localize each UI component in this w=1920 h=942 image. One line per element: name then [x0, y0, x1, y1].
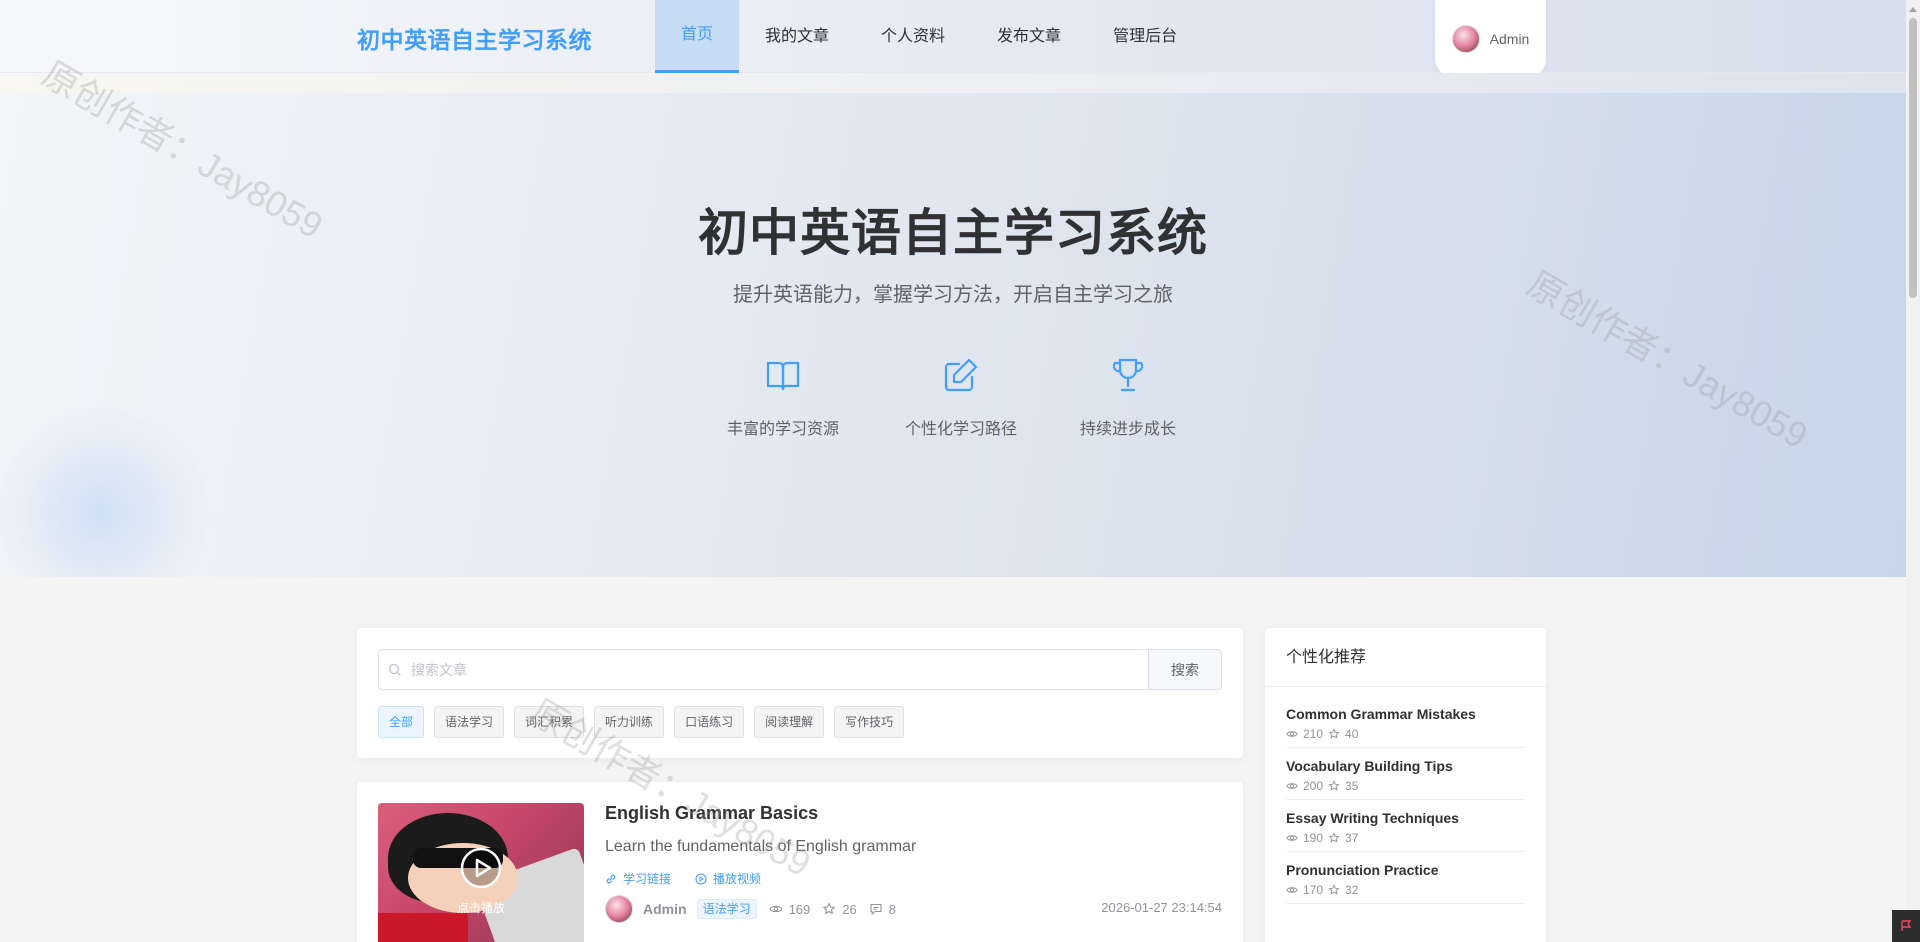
search-panel: 搜索 全部 语法学习 词汇积累 听力训练 口语练习 阅读理解 写作技巧: [357, 628, 1243, 758]
category-speaking[interactable]: 口语练习: [674, 706, 745, 738]
trophy-icon: [1112, 358, 1144, 392]
user-name: Admin: [1489, 30, 1530, 47]
category-filters: 全部 语法学习 词汇积累 听力训练 口语练习 阅读理解 写作技巧: [378, 706, 905, 738]
article-thumbnail[interactable]: 点击播放: [378, 803, 584, 942]
star-icon: [1329, 780, 1340, 791]
play-icon[interactable]: [460, 847, 502, 889]
views-stat: 169: [768, 901, 811, 917]
category-grammar[interactable]: 语法学习: [434, 706, 505, 738]
hero-banner: 初中英语自主学习系统 提升英语能力，掌握学习方法，开启自主学习之旅 丰富的学习资…: [0, 93, 1906, 577]
star-icon: [1329, 728, 1340, 739]
nav-item-home[interactable]: 首页: [655, 0, 740, 73]
play-label: 点击播放: [456, 901, 505, 915]
recommend-item-stats: 210 40: [1286, 727, 1525, 741]
feature-label: 丰富的学习资源: [726, 421, 839, 438]
recommend-list: Common Grammar Mistakes 210 40 Vocabular…: [1265, 696, 1546, 904]
article-title[interactable]: English Grammar Basics: [605, 803, 818, 824]
main-nav: 首页 我的文章 个人资料 发布文章 管理后台: [655, 0, 1203, 73]
recommend-item-title[interactable]: Pronunciation Practice: [1286, 862, 1525, 878]
article-date: 2026-01-27 23:14:54: [1101, 900, 1222, 915]
article-card[interactable]: 点击播放 English Grammar Basics Learn the fu…: [357, 782, 1243, 942]
views-count: 210: [1303, 727, 1324, 741]
article-meta: Admin 语法学习 169 26 8: [605, 894, 908, 924]
author-name: Admin: [643, 901, 687, 917]
recommend-item-stats: 190 37: [1286, 831, 1525, 845]
star-icon: [823, 902, 836, 915]
hero-subtitle: 提升英语能力，掌握学习方法，开启自主学习之旅: [733, 284, 1173, 306]
recommend-title: 个性化推荐: [1265, 628, 1546, 687]
hero-title: 初中英语自主学习系统: [698, 205, 1208, 261]
star-icon: [1329, 832, 1340, 843]
scroll-up-icon[interactable]: [1906, 2, 1920, 16]
views-count: 200: [1303, 779, 1324, 793]
category-vocabulary[interactable]: 词汇积累: [514, 706, 585, 738]
play-video-label: 播放视频: [713, 872, 762, 886]
recommend-item-title[interactable]: Common Grammar Mistakes: [1286, 706, 1525, 722]
stars-count: 32: [1345, 883, 1359, 897]
stars-count: 40: [1345, 727, 1359, 741]
list-item[interactable]: Essay Writing Techniques 190 37: [1286, 800, 1525, 852]
eye-icon: [1286, 835, 1298, 841]
star-icon: [1329, 884, 1340, 895]
edit-icon: [944, 358, 978, 392]
video-play-icon: [695, 872, 707, 885]
recommend-item-title[interactable]: Essay Writing Techniques: [1286, 810, 1525, 826]
header-divider: [0, 73, 1906, 93]
feature-resources: 丰富的学习资源: [703, 355, 863, 439]
user-menu[interactable]: Admin: [1435, 0, 1546, 77]
category-all[interactable]: 全部: [378, 706, 425, 738]
views-count: 170: [1303, 883, 1324, 897]
link-icon: [606, 874, 616, 883]
feature-growth: 持续进步成长: [1048, 355, 1208, 439]
top-header: 初中英语自主学习系统 首页 我的文章 个人资料 发布文章 管理后台 Admin: [0, 0, 1906, 77]
stars-count: 26: [842, 901, 857, 917]
study-link-label: 学习链接: [623, 872, 672, 886]
nav-item-profile[interactable]: 个人资料: [855, 0, 971, 73]
search-input[interactable]: [411, 650, 1148, 689]
scroll-thumb[interactable]: [1909, 18, 1917, 298]
comments-count: 8: [888, 901, 896, 917]
search-icon: [379, 650, 411, 689]
author-avatar: [605, 895, 633, 923]
views-count: 190: [1303, 831, 1324, 845]
feature-label: 持续进步成长: [1079, 421, 1176, 438]
search-box: 搜索: [378, 649, 1222, 690]
recommend-item-stats: 170 32: [1286, 883, 1525, 897]
feature-label: 个性化学习路径: [904, 421, 1017, 438]
list-item[interactable]: Common Grammar Mistakes 210 40: [1286, 696, 1525, 748]
article-description: Learn the fundamentals of English gramma…: [605, 838, 917, 855]
search-button[interactable]: 搜索: [1148, 650, 1221, 689]
category-writing[interactable]: 写作技巧: [834, 706, 905, 738]
page-scrollbar[interactable]: [1906, 0, 1920, 942]
list-item[interactable]: Vocabulary Building Tips 200 35: [1286, 748, 1525, 800]
recommend-panel: 个性化推荐 Common Grammar Mistakes 210 40 Voc…: [1265, 628, 1546, 942]
study-link[interactable]: 学习链接: [605, 870, 671, 887]
recommend-item-stats: 200 35: [1286, 779, 1525, 793]
play-video-link[interactable]: 播放视频: [695, 870, 761, 887]
list-item[interactable]: Pronunciation Practice 170 32: [1286, 852, 1525, 904]
stars-stat[interactable]: 26: [822, 901, 857, 917]
book-open-icon: [766, 361, 800, 391]
eye-icon: [768, 905, 783, 913]
brand-logo[interactable]: 初中英语自主学习系统: [357, 21, 592, 55]
nav-item-publish[interactable]: 发布文章: [971, 0, 1087, 73]
eye-icon: [1286, 783, 1298, 789]
article-links: 学习链接 播放视频: [605, 870, 761, 887]
nav-item-my-articles[interactable]: 我的文章: [739, 0, 855, 73]
flag-icon[interactable]: [1892, 910, 1920, 942]
feature-personalized: 个性化学习路径: [881, 355, 1041, 439]
eye-icon: [1286, 887, 1298, 893]
category-listening[interactable]: 听力训练: [594, 706, 665, 738]
stars-count: 35: [1345, 779, 1359, 793]
comments-stat[interactable]: 8: [869, 902, 896, 917]
views-count: 169: [788, 901, 811, 917]
recommend-item-title[interactable]: Vocabulary Building Tips: [1286, 758, 1525, 774]
comment-icon: [870, 903, 882, 915]
avatar: [1451, 24, 1480, 53]
eye-icon: [1286, 731, 1298, 737]
category-tag: 语法学习: [696, 899, 757, 919]
category-reading[interactable]: 阅读理解: [754, 706, 825, 738]
stars-count: 37: [1345, 831, 1359, 845]
nav-item-admin[interactable]: 管理后台: [1087, 0, 1203, 73]
